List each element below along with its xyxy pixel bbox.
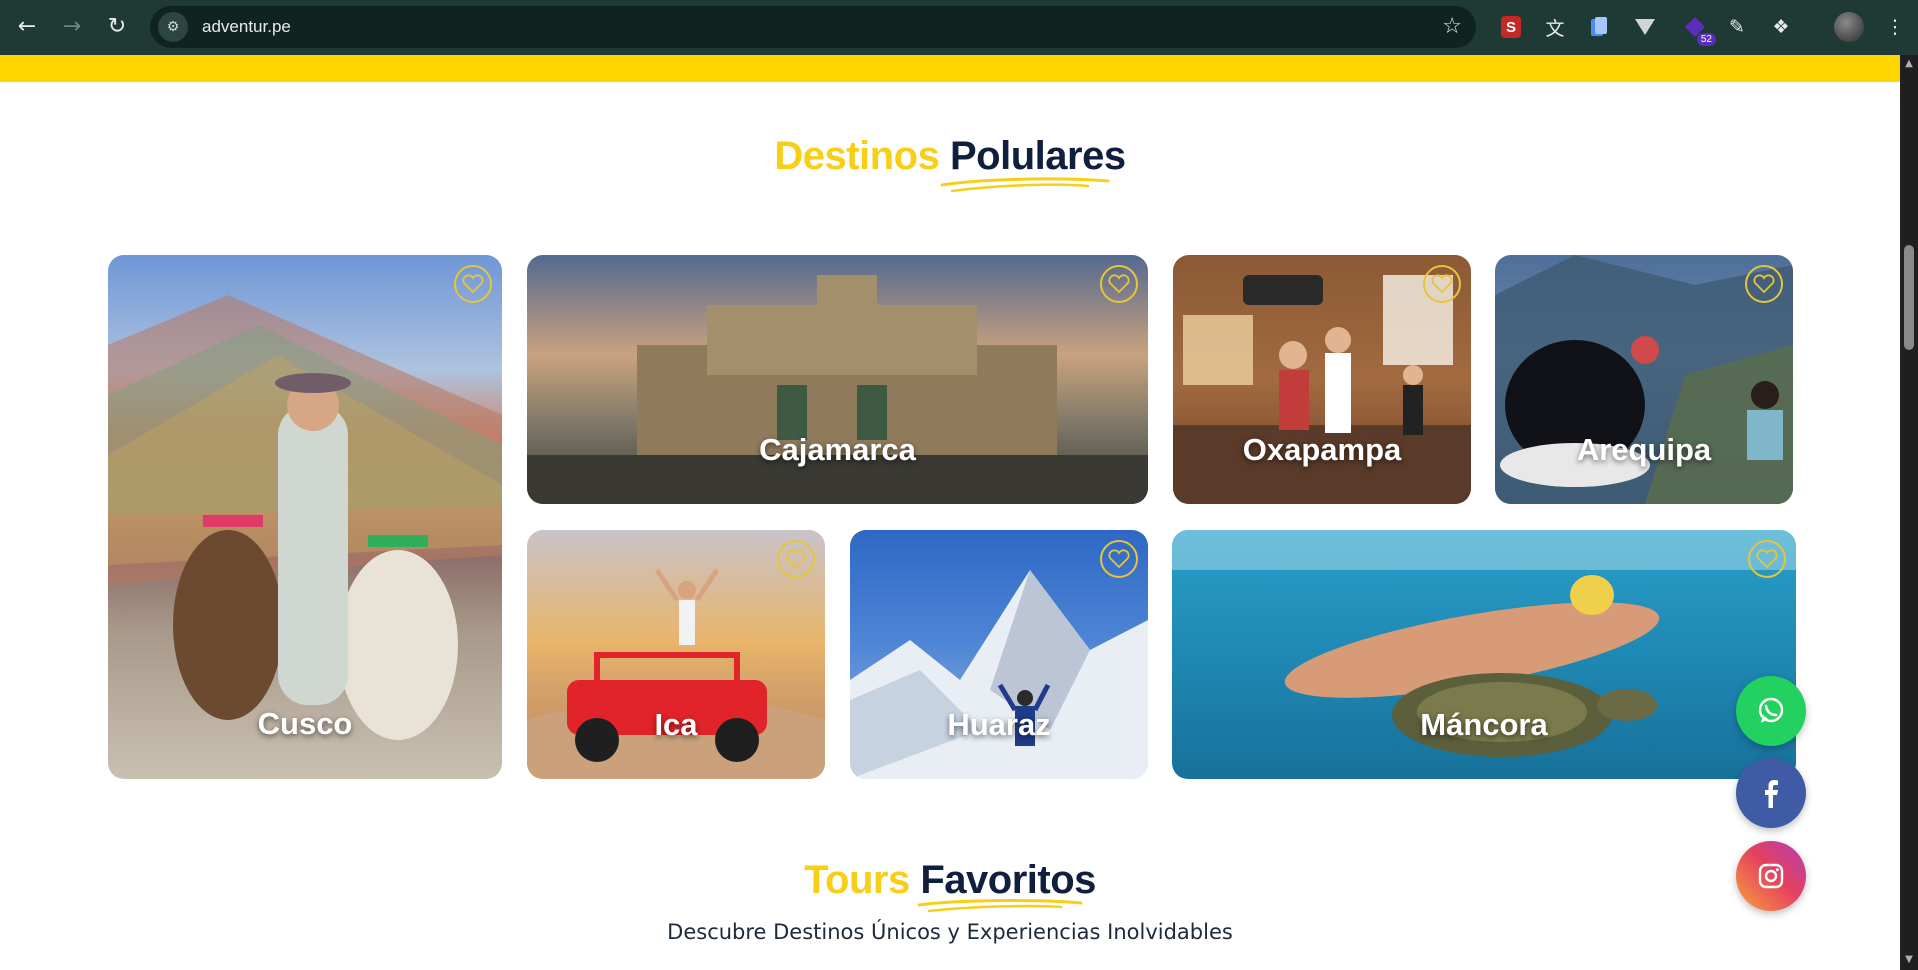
scrollbar-thumb[interactable]	[1904, 245, 1914, 350]
vue-extension-icon[interactable]	[1630, 12, 1660, 42]
page-scrollbar[interactable]: ▲ ▼	[1900, 55, 1918, 970]
destination-name: Huaraz	[947, 707, 1051, 742]
destination-name: Cajamarca	[759, 432, 916, 467]
whatsapp-button[interactable]	[1736, 676, 1806, 746]
whatsapp-icon	[1758, 697, 1784, 723]
extensions-puzzle-icon[interactable]: ❖	[1766, 12, 1796, 42]
destination-card-oxapampa[interactable]: Oxapampa	[1173, 255, 1471, 504]
profile-avatar[interactable]	[1834, 12, 1864, 42]
favorite-heart-icon[interactable]	[1100, 265, 1138, 303]
page-content: Destinos Polulares Cusco Cajamarca Oxapa…	[0, 55, 1900, 970]
facebook-icon	[1765, 780, 1778, 808]
site-info-icon[interactable]: ⚙	[158, 12, 188, 42]
favorite-heart-icon[interactable]	[1423, 265, 1461, 303]
facebook-button[interactable]	[1736, 758, 1806, 828]
title-main: Polulares	[949, 134, 1126, 178]
destination-card-cusco[interactable]: Cusco	[108, 255, 502, 779]
scroll-down-arrow-icon[interactable]: ▼	[1904, 955, 1914, 965]
instagram-button[interactable]	[1736, 841, 1806, 911]
browser-toolbar: ← → ↻ ⚙ adventur.pe ☆ S 文 52 ✎ ❖ ⋮	[0, 0, 1918, 55]
back-icon[interactable]: ←	[5, 4, 49, 48]
reload-icon[interactable]: ↻	[95, 4, 139, 48]
destination-name: Cusco	[257, 706, 353, 741]
wappalyzer-extension-icon[interactable]: 52	[1680, 12, 1716, 46]
menu-kebab-icon[interactable]: ⋮	[1880, 12, 1910, 42]
favorite-heart-icon[interactable]	[1745, 265, 1783, 303]
destination-card-mancora[interactable]: Máncora	[1172, 530, 1796, 779]
cusco-scene	[108, 295, 502, 740]
translate-extension-icon[interactable]: 文	[1540, 12, 1570, 42]
destination-card-arequipa[interactable]: Arequipa	[1495, 255, 1793, 504]
seo-extension-icon[interactable]: S	[1496, 12, 1526, 42]
title-highlight: Tours	[804, 858, 910, 902]
destination-name: Arequipa	[1576, 432, 1712, 467]
scroll-up-arrow-icon[interactable]: ▲	[1904, 59, 1914, 69]
destination-name: Máncora	[1420, 707, 1548, 742]
url-text[interactable]: adventur.pe	[202, 17, 291, 37]
title-highlight: Destinos	[774, 134, 940, 178]
title-underline-squiggle	[940, 177, 1110, 193]
destination-card-ica[interactable]: Ica	[527, 530, 825, 779]
title-main: Favoritos	[920, 858, 1096, 902]
extension-badge: 52	[1696, 33, 1716, 46]
favorite-heart-icon[interactable]	[454, 265, 492, 303]
eyedropper-extension-icon[interactable]: ✎	[1722, 12, 1752, 42]
destination-name: Oxapampa	[1242, 432, 1402, 467]
docs-extension-icon[interactable]	[1584, 12, 1614, 42]
popular-destinations-title: Destinos Polulares	[0, 134, 1900, 179]
favorite-heart-icon[interactable]	[1748, 540, 1786, 578]
forward-icon[interactable]: →	[50, 4, 94, 48]
address-bar[interactable]: ⚙ adventur.pe ☆	[150, 6, 1476, 48]
destination-name: Ica	[654, 707, 698, 742]
tours-subtitle: Descubre Destinos Únicos y Experiencias …	[667, 920, 1233, 944]
destination-card-huaraz[interactable]: Huaraz	[850, 530, 1148, 779]
title-underline-squiggle	[917, 899, 1083, 913]
favorite-heart-icon[interactable]	[777, 540, 815, 578]
svg-text:S: S	[1506, 19, 1516, 36]
destination-card-cajamarca[interactable]: Cajamarca	[527, 255, 1148, 504]
bookmark-star-icon[interactable]: ☆	[1442, 14, 1462, 39]
instagram-icon	[1758, 863, 1784, 889]
header-strip	[0, 55, 1900, 82]
favorite-heart-icon[interactable]	[1100, 540, 1138, 578]
